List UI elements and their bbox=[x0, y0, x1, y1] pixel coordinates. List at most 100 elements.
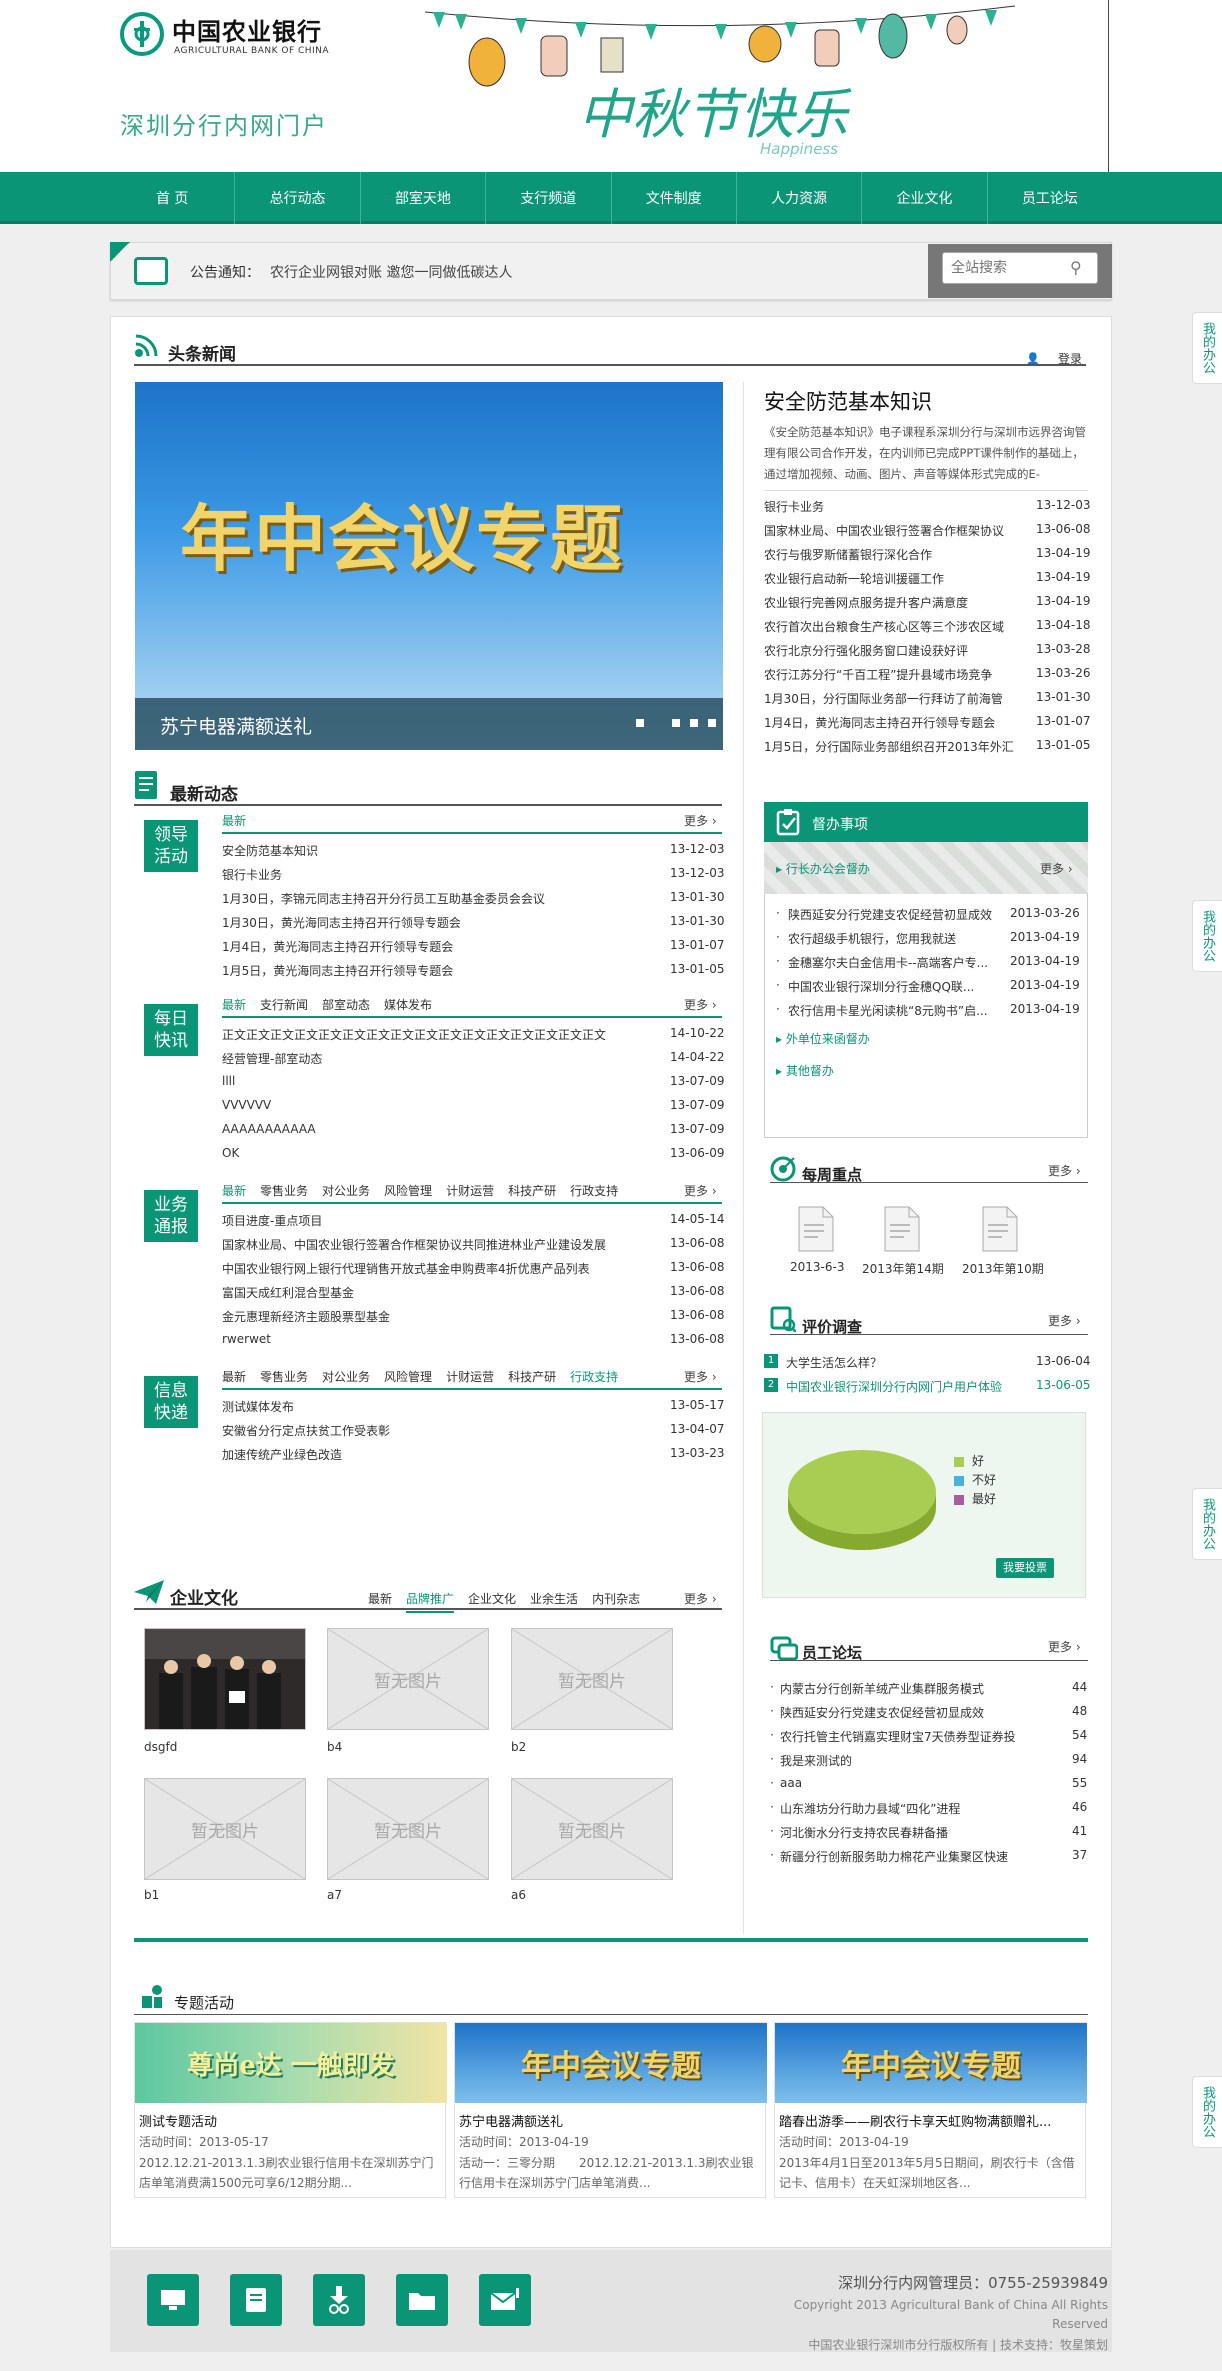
culture-placeholder[interactable]: 暂无图片 bbox=[327, 1628, 489, 1730]
slider-dot[interactable] bbox=[708, 719, 716, 727]
culture-caption[interactable]: a6 bbox=[511, 1888, 526, 1902]
news-tab[interactable]: 最新 bbox=[222, 1368, 246, 1385]
nav-forum[interactable]: 员工论坛 bbox=[988, 172, 1112, 224]
news-more-link[interactable]: 更多 › bbox=[684, 1368, 717, 1385]
special-card-title[interactable]: 苏宁电器满额送礼 bbox=[459, 2111, 563, 2130]
culture-caption[interactable]: b1 bbox=[144, 1888, 159, 1902]
news-tab[interactable]: 风险管理 bbox=[384, 1182, 432, 1199]
forum-more-link[interactable]: 更多 › bbox=[1048, 1638, 1081, 1655]
culture-photo[interactable] bbox=[144, 1628, 306, 1730]
weekly-item[interactable]: 2013-6-3 bbox=[790, 1260, 844, 1274]
pdf-file-icon[interactable] bbox=[982, 1206, 1018, 1252]
headline-item[interactable]: 国家林业局、中国农业银行签署合作框架协议 bbox=[764, 522, 1004, 539]
news-item[interactable]: rwerwet bbox=[222, 1332, 271, 1346]
pdf-file-icon[interactable] bbox=[798, 1206, 834, 1252]
headline-item[interactable]: 农行首次出台粮食生产核心区等三个涉农区域 bbox=[764, 618, 1004, 635]
survey-item[interactable]: 中国农业银行深圳分行内网门户用户体验 bbox=[786, 1378, 1002, 1395]
download-icon[interactable] bbox=[313, 2274, 365, 2326]
forum-item[interactable]: 我是来测试的 bbox=[780, 1752, 852, 1769]
special-banner[interactable]: 尊尚e达 一触即发 bbox=[135, 2023, 447, 2103]
news-more-link[interactable]: 更多 › bbox=[684, 1182, 717, 1199]
news-item[interactable]: 中国农业银行网上银行代理销售开放式基金申购费率4折优惠产品列表 bbox=[222, 1260, 590, 1277]
forum-item[interactable]: 农行托管主代销嘉实理财宝7天债券型证券投 bbox=[780, 1728, 1016, 1745]
nav-hr[interactable]: 人力资源 bbox=[737, 172, 863, 224]
news-item[interactable]: 测试媒体发布 bbox=[222, 1398, 294, 1415]
news-tab[interactable]: 最新 bbox=[222, 1182, 246, 1199]
news-item[interactable]: 1月5日，黄光海同志主持召开行领导专题会 bbox=[222, 962, 453, 979]
special-card-title[interactable]: 踏春出游季——刷农行卡享天虹购物满额赠礼... bbox=[779, 2111, 1051, 2130]
headline-item[interactable]: 1月5日，分行国际业务部组织召开2013年外汇 bbox=[764, 738, 1014, 755]
news-tab[interactable]: 对公业务 bbox=[322, 1182, 370, 1199]
slider-dot[interactable] bbox=[672, 719, 680, 727]
supervise-item[interactable]: 中国农业银行深圳分行金穗QQ联... bbox=[788, 978, 974, 995]
special-banner[interactable]: 年中会议专题 bbox=[775, 2023, 1087, 2103]
news-item[interactable]: 金元惠理新经济主题股票型基金 bbox=[222, 1308, 390, 1325]
weekly-item[interactable]: 2013年第14期 bbox=[862, 1260, 944, 1277]
news-tab[interactable]: 媒体发布 bbox=[384, 996, 432, 1013]
forum-item[interactable]: aaa bbox=[780, 1776, 802, 1790]
headline-item[interactable]: 1月4日，黄光海同志主持召开行领导专题会 bbox=[764, 714, 995, 731]
supervise-item[interactable]: 农行信用卡星光闲读桃“8元购书”启... bbox=[788, 1002, 988, 1019]
book-icon[interactable] bbox=[230, 2274, 282, 2326]
pdf-file-icon[interactable] bbox=[884, 1206, 920, 1252]
supervise-link-external[interactable]: ▸ 外单位来函督办 bbox=[776, 1030, 870, 1047]
notice-text[interactable]: 农行企业网银对账 邀您一同做低碳达人 bbox=[270, 262, 512, 282]
news-tab[interactable]: 科技产研 bbox=[508, 1182, 556, 1199]
supervise-more-link[interactable]: 更多 › bbox=[1040, 860, 1073, 877]
news-item[interactable]: 富国天成红利混合型基金 bbox=[222, 1284, 354, 1301]
survey-item[interactable]: 大学生活怎么样？ bbox=[786, 1354, 882, 1371]
special-card[interactable]: 年中会议专题 苏宁电器满额送礼 活动时间：2013-04-19 活动一：三零分期 20… bbox=[454, 2022, 767, 2198]
mail-icon[interactable] bbox=[479, 2274, 531, 2326]
news-tab[interactable]: 行政支持 bbox=[570, 1368, 618, 1385]
news-tab[interactable]: 计财运营 bbox=[446, 1182, 494, 1199]
special-card[interactable]: 年中会议专题 踏春出游季——刷农行卡享天虹购物满额赠礼... 活动时间：2013-0… bbox=[774, 2022, 1087, 2198]
news-tab[interactable]: 对公业务 bbox=[322, 1368, 370, 1385]
supervise-item[interactable]: 金穗塞尔夫白金信用卡--高端客户专... bbox=[788, 954, 988, 971]
culture-placeholder[interactable]: 暂无图片 bbox=[511, 1778, 673, 1880]
news-item[interactable]: 1月4日，黄光海同志主持召开行领导专题会 bbox=[222, 938, 453, 955]
my-office-tab-2[interactable]: 我的办公 bbox=[1192, 900, 1222, 972]
forum-item[interactable]: 山东潍坊分行助力县域“四化”进程 bbox=[780, 1800, 960, 1817]
slider-dot[interactable] bbox=[690, 719, 698, 727]
news-tab[interactable]: 部室动态 bbox=[322, 996, 370, 1013]
news-tab[interactable]: 科技产研 bbox=[508, 1368, 556, 1385]
headline-item[interactable]: 农业银行启动新一轮培训援疆工作 bbox=[764, 570, 944, 587]
nav-head-office[interactable]: 总行动态 bbox=[235, 172, 361, 224]
news-item[interactable]: AAAAAAAAAAA bbox=[222, 1122, 316, 1136]
news-item[interactable]: 1月30日，李锦元同志主持召开分行员工互助基金委员会会议 bbox=[222, 890, 545, 907]
my-office-tab-1[interactable]: 我的办公 bbox=[1192, 312, 1222, 384]
news-more-link[interactable]: 更多 › bbox=[684, 996, 717, 1013]
weekly-item[interactable]: 2013年第10期 bbox=[962, 1260, 1044, 1277]
folder-icon[interactable] bbox=[396, 2274, 448, 2326]
news-tab[interactable]: 零售业务 bbox=[260, 1182, 308, 1199]
forum-item[interactable]: 新疆分行创新服务助力棉花产业集聚区快速 bbox=[780, 1848, 1008, 1865]
news-item[interactable]: 1月30日，黄光海同志主持召开行领导专题会 bbox=[222, 914, 461, 931]
weekly-more-link[interactable]: 更多 › bbox=[1048, 1162, 1081, 1179]
nav-departments[interactable]: 部室天地 bbox=[361, 172, 487, 224]
culture-caption[interactable]: b4 bbox=[327, 1740, 342, 1754]
news-item[interactable]: 安徽省分行定点扶贫工作受表彰 bbox=[222, 1422, 390, 1439]
search-icon[interactable]: ⚲ bbox=[1070, 258, 1082, 277]
news-tab[interactable]: 行政支持 bbox=[570, 1182, 618, 1199]
forum-item[interactable]: 陕西延安分行党建支农促经营初显成效 bbox=[780, 1704, 984, 1721]
news-tab[interactable]: 风险管理 bbox=[384, 1368, 432, 1385]
news-item[interactable]: OK bbox=[222, 1146, 239, 1160]
headline-item[interactable]: 银行卡业务 bbox=[764, 498, 824, 515]
culture-placeholder[interactable]: 暂无图片 bbox=[144, 1778, 306, 1880]
survey-more-link[interactable]: 更多 › bbox=[1048, 1312, 1081, 1329]
news-tab[interactable]: 最新 bbox=[222, 812, 246, 829]
news-tab[interactable]: 支行新闻 bbox=[260, 996, 308, 1013]
nav-home[interactable]: 首 页 bbox=[110, 172, 236, 224]
news-item[interactable]: VVVVVV bbox=[222, 1098, 271, 1112]
supervise-item[interactable]: 陕西延安分行党建支农促经营初显成效 bbox=[788, 906, 992, 923]
banner-caption[interactable]: 苏宁电器满额送礼 bbox=[160, 712, 312, 739]
news-item[interactable]: 安全防范基本知识 bbox=[222, 842, 318, 859]
supervise-item[interactable]: 农行超级手机银行，您用我就送 bbox=[788, 930, 956, 947]
culture-caption[interactable]: a7 bbox=[327, 1888, 342, 1902]
special-card-title[interactable]: 测试专题活动 bbox=[139, 2111, 217, 2130]
special-card[interactable]: 尊尚e达 一触即发 测试专题活动 活动时间：2013-05-17 2012.12.21… bbox=[134, 2022, 447, 2198]
headline-item[interactable]: 1月30日，分行国际业务部一行拜访了前海管 bbox=[764, 690, 1003, 707]
vote-button[interactable]: 我要投票 bbox=[996, 1558, 1054, 1578]
culture-caption[interactable]: dsgfd bbox=[144, 1740, 177, 1754]
special-banner[interactable]: 年中会议专题 bbox=[455, 2023, 767, 2103]
